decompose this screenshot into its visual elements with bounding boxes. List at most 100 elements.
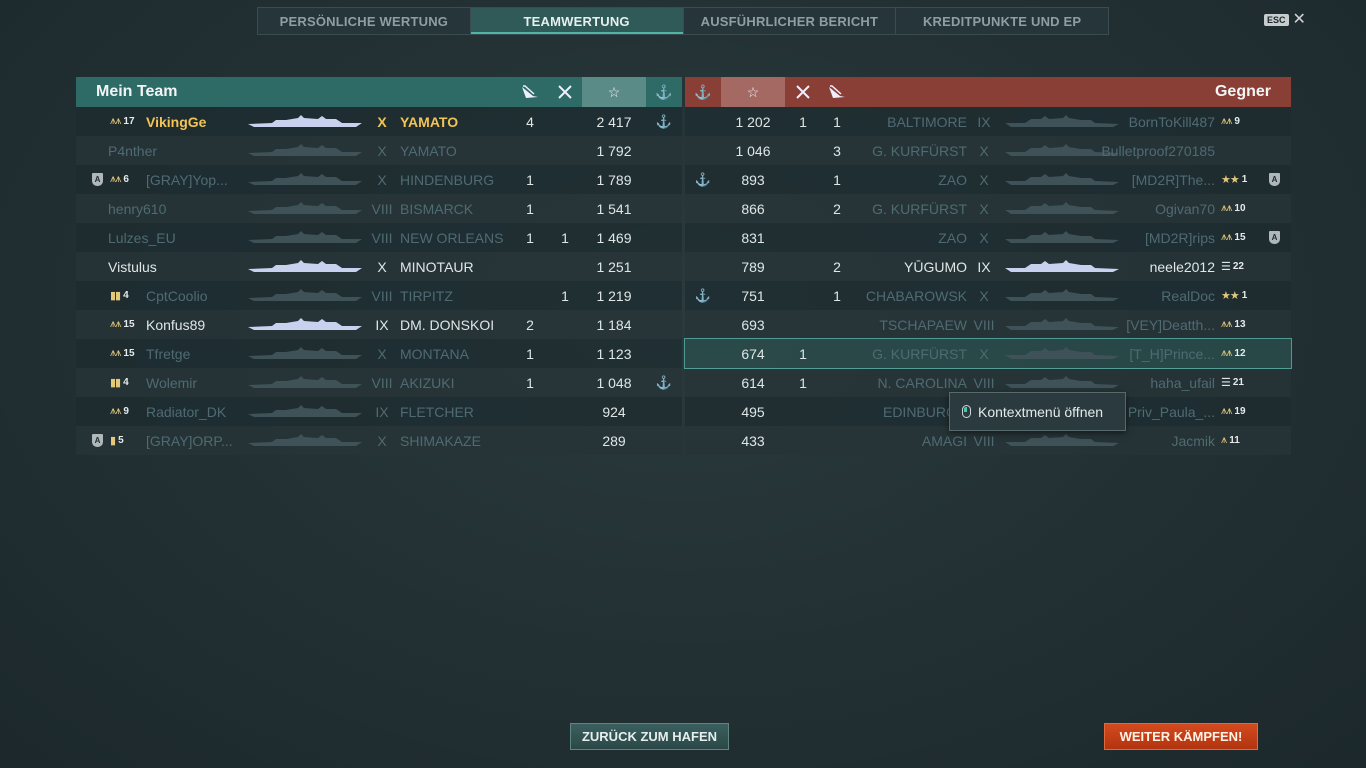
team-row[interactable]: 831 ZAO X [MD2R]rips ⩚⩚ 15 A — [685, 223, 1291, 252]
ship-destroyed-icon[interactable] — [553, 77, 577, 107]
my-team-title: Mein Team — [96, 83, 178, 100]
player-name[interactable]: [GRAY]Yop... — [146, 165, 228, 194]
star-icon[interactable]: ☆ — [721, 77, 785, 107]
team-row[interactable]: A ⩚⩚ 6 [GRAY]Yop... X HINDENBURG 1 1 789 — [76, 165, 682, 194]
player-name[interactable]: neele2012 — [1150, 252, 1215, 281]
kills-value: 1 — [526, 345, 534, 362]
rank-number: 10 — [1234, 203, 1246, 214]
player-name[interactable]: Vistulus — [108, 252, 157, 281]
player-name[interactable]: Konfus89 — [146, 310, 205, 339]
player-name[interactable]: Bulletproof270185 — [1101, 136, 1215, 165]
ship-destroyed-icon[interactable] — [791, 77, 815, 107]
team-row[interactable]: P4nther X YAMATO 1 792 — [76, 136, 682, 165]
player-name[interactable]: Priv_Paula_... — [1128, 397, 1215, 426]
team-row[interactable]: ⩚⩚ 15 Tfretge X MONTANA 1 1 123 — [76, 339, 682, 368]
star-icon[interactable]: ☆ — [582, 77, 646, 107]
rank-number: 17 — [123, 116, 135, 127]
player-name[interactable]: CptCoolio — [146, 281, 207, 310]
player-name[interactable]: Tfretge — [146, 339, 190, 368]
back-to-port-button[interactable]: ZURÜCK ZUM HAFEN — [570, 723, 729, 750]
player-name[interactable]: haha_ufail — [1150, 368, 1215, 397]
close-button[interactable]: ESC ✕ — [1264, 12, 1306, 28]
capture-anchor-icon: ⚓ — [694, 287, 712, 303]
planes-value: 1 — [561, 229, 569, 246]
planes-value — [553, 136, 577, 165]
team-row[interactable]: ⩚⩚ 9 Radiator_DK IX FLETCHER 924 — [76, 397, 682, 426]
ship-silhouette-icon — [1003, 289, 1121, 306]
capture-anchor-icon[interactable]: ⚓ — [652, 77, 676, 107]
kills-value — [825, 339, 849, 368]
player-name[interactable]: Ogivan70 — [1155, 194, 1215, 223]
team-row[interactable]: 1 046 3 G. KURFÜRST X Bulletproof270185 — [685, 136, 1291, 165]
ship-silhouette-icon — [1003, 202, 1121, 219]
ship-silhouette-icon — [246, 376, 364, 393]
rank-number: 1 — [1241, 174, 1248, 185]
player-name[interactable]: Jacmik — [1171, 426, 1215, 455]
planes-value — [791, 223, 815, 252]
ship-tier: X — [979, 200, 989, 217]
team-row[interactable]: ⩚⩚ 17 VikingGe X YAMATO 4 2 417 ⚓ — [76, 107, 682, 136]
tab-team-score[interactable]: TEAMWERTUNG — [470, 8, 684, 34]
score-value: 1 202 — [735, 113, 771, 130]
rank-number: 6 — [123, 174, 129, 185]
ship-tier: X — [377, 258, 387, 275]
planes-value: 1 — [799, 374, 807, 391]
player-name[interactable]: P4nther — [108, 136, 157, 165]
team-row[interactable]: ⚓ 751 1 CHABAROWSK X RealDoc ★★ 1 — [685, 281, 1291, 310]
ship-name: YAMATO — [400, 113, 459, 130]
kills-value: 1 — [526, 171, 534, 188]
torpedo-hit-icon[interactable] — [825, 77, 849, 107]
rank-number: 9 — [1234, 116, 1240, 127]
player-name[interactable]: [GRAY]ORP... — [146, 426, 233, 455]
player-name[interactable]: RealDoc — [1161, 281, 1215, 310]
team-row[interactable]: 1 202 1 1 BALTIMORE IX BornToKill487 ⩚⩚ 9 — [685, 107, 1291, 136]
keep-fighting-button[interactable]: WEITER KÄMPFEN! — [1104, 723, 1258, 750]
player-name[interactable]: henry610 — [108, 194, 166, 223]
team-row[interactable]: 789 2 YŪGUMO IX neele2012 ☰ 22 — [685, 252, 1291, 281]
player-name[interactable]: Wolemir — [146, 368, 197, 397]
team-row[interactable]: A ▮ 5 [GRAY]ORP... X SHIMAKAZE 289 — [76, 426, 682, 455]
ship-tier: VIII — [371, 229, 393, 246]
ship-silhouette-icon — [246, 289, 364, 306]
kills-value: 1 — [833, 171, 841, 188]
kills-value: 2 — [833, 258, 841, 275]
capture-anchor-icon: ⚓ — [655, 374, 673, 390]
clan-icon: A — [92, 173, 103, 186]
score-value: 693 — [741, 316, 765, 333]
player-name[interactable]: [MD2R]The... — [1132, 165, 1215, 194]
team-row[interactable]: 693 TSCHAPAEW VIII [VEY]Deatth... ⩚⩚ 13 — [685, 310, 1291, 339]
team-row[interactable]: ▮▮ 4 CptCoolio VIII TIRPITZ 1 1 219 — [76, 281, 682, 310]
player-name[interactable]: [VEY]Deatth... — [1126, 310, 1215, 339]
rank-badge: ★★ 1 — [1221, 290, 1248, 302]
player-name[interactable]: VikingGe — [146, 107, 206, 136]
ship-tier: X — [979, 171, 989, 188]
player-name[interactable]: BornToKill487 — [1129, 107, 1215, 136]
player-name[interactable]: [MD2R]rips — [1145, 223, 1215, 252]
team-row[interactable]: 674 1 G. KURFÜRST X [T_H]Prince... ⩚⩚ 12 — [684, 338, 1292, 369]
score-value: 751 — [741, 287, 765, 304]
team-row[interactable]: Lulzes_EU VIII NEW ORLEANS 1 1 1 469 — [76, 223, 682, 252]
player-name[interactable]: [T_H]Prince... — [1129, 339, 1215, 368]
torpedo-hit-icon[interactable] — [518, 77, 542, 107]
team-row[interactable]: ⚓ 893 1 ZAO X [MD2R]The... ★★ 1 A — [685, 165, 1291, 194]
tab-credits-xp[interactable]: KREDITPUNKTE UND EP — [896, 8, 1108, 34]
planes-value — [791, 310, 815, 339]
team-row[interactable]: Vistulus X MINOTAUR 1 251 — [76, 252, 682, 281]
ship-silhouette-icon — [246, 318, 364, 335]
team-row[interactable]: henry610 VIII BISMARCK 1 1 541 — [76, 194, 682, 223]
team-row[interactable]: ⩚⩚ 15 Konfus89 IX DM. DONSKOI 2 1 184 — [76, 310, 682, 339]
tab-personal-score[interactable]: PERSÖNLICHE WERTUNG — [258, 8, 471, 34]
team-row[interactable]: ▮▮ 4 Wolemir VIII AKIZUKI 1 1 048 ⚓ — [76, 368, 682, 397]
tab-detailed-report[interactable]: AUSFÜHRLICHER BERICHT — [684, 8, 897, 34]
ship-tier: X — [979, 287, 989, 304]
team-row[interactable]: 866 2 G. KURFÜRST X Ogivan70 ⩚⩚ 10 — [685, 194, 1291, 223]
rank-badge: ⩚⩚ 19 — [1221, 405, 1246, 417]
rank-number: 12 — [1234, 348, 1246, 359]
player-name[interactable]: Lulzes_EU — [108, 223, 176, 252]
score-value: 893 — [741, 171, 765, 188]
kills-value — [518, 281, 542, 310]
kills-value — [518, 252, 542, 281]
capture-anchor-icon[interactable]: ⚓ — [691, 77, 715, 107]
clan-icon: A — [1269, 173, 1280, 186]
player-name[interactable]: Radiator_DK — [146, 397, 226, 426]
